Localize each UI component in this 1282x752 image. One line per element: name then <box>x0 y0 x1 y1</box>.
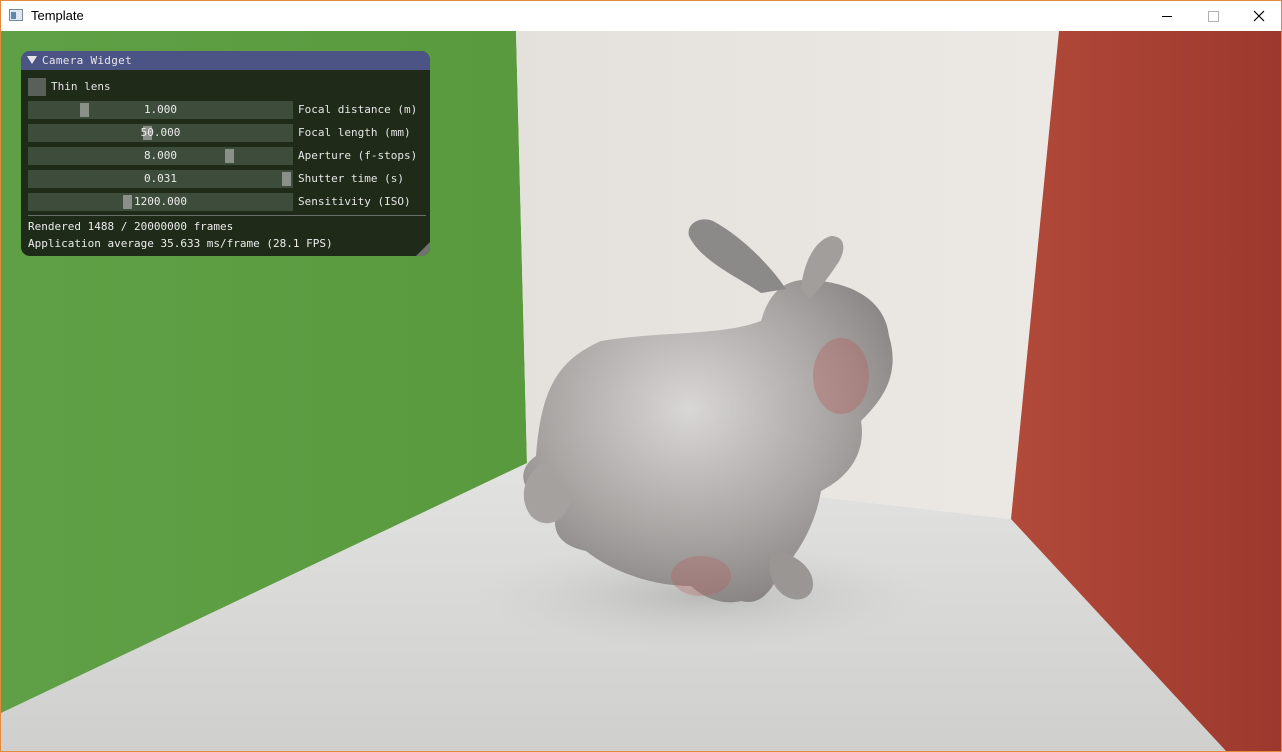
aperture-row: 8.000 Aperture (f-stops) <box>28 147 428 165</box>
sensitivity-slider[interactable]: 1200.000 <box>28 193 293 211</box>
collapse-arrow-icon[interactable] <box>27 56 37 64</box>
focal-length-row: 50.000 Focal length (mm) <box>28 124 428 142</box>
shutter-time-slider[interactable]: 0.031 <box>28 170 293 188</box>
focal-length-slider[interactable]: 50.000 <box>28 124 293 142</box>
slider-label: Focal length (mm) <box>298 126 411 139</box>
close-icon <box>1253 10 1265 22</box>
rendered-frames-text: Rendered 1488 / 20000000 frames <box>28 220 234 233</box>
thin-lens-label: Thin lens <box>51 80 111 93</box>
thin-lens-checkbox[interactable] <box>28 78 46 96</box>
minimize-icon <box>1162 15 1172 17</box>
window-title: Template <box>31 8 84 23</box>
slider-value: 0.031 <box>143 172 178 185</box>
separator <box>28 215 426 216</box>
close-button[interactable] <box>1236 1 1281 31</box>
frame-time-text: Application average 35.633 ms/frame (28.… <box>28 237 333 250</box>
maximize-button[interactable] <box>1190 1 1236 31</box>
camera-widget-title: Camera Widget <box>42 54 132 67</box>
resize-grip-icon[interactable] <box>416 242 430 256</box>
shutter-time-row: 0.031 Shutter time (s) <box>28 170 428 188</box>
slider-label: Shutter time (s) <box>298 172 404 185</box>
aperture-slider[interactable]: 8.000 <box>28 147 293 165</box>
slider-value: 8.000 <box>143 149 178 162</box>
focal-distance-slider[interactable]: 1.000 <box>28 101 293 119</box>
slider-label: Aperture (f-stops) <box>298 149 418 162</box>
maximize-icon <box>1207 10 1219 22</box>
slider-value: 1.000 <box>143 103 178 116</box>
minimize-button[interactable] <box>1144 1 1190 31</box>
focal-distance-row: 1.000 Focal distance (m) <box>28 101 428 119</box>
slider-label: Focal distance (m) <box>298 103 418 116</box>
camera-widget-titlebar[interactable]: Camera Widget <box>21 51 430 70</box>
slider-value: 50.000 <box>140 126 181 139</box>
render-viewport[interactable]: Camera Widget Thin lens 1.000 Focal dist… <box>1 31 1281 751</box>
app-icon <box>9 9 23 21</box>
application-window: Template Camera Widget Thin lens 1.000 F… <box>0 0 1282 752</box>
camera-widget-panel[interactable]: Camera Widget Thin lens 1.000 Focal dist… <box>21 51 430 256</box>
sensitivity-row: 1200.000 Sensitivity (ISO) <box>28 193 428 211</box>
slider-value: 1200.000 <box>134 195 187 208</box>
slider-label: Sensitivity (ISO) <box>298 195 411 208</box>
title-bar[interactable]: Template <box>1 1 1281 31</box>
